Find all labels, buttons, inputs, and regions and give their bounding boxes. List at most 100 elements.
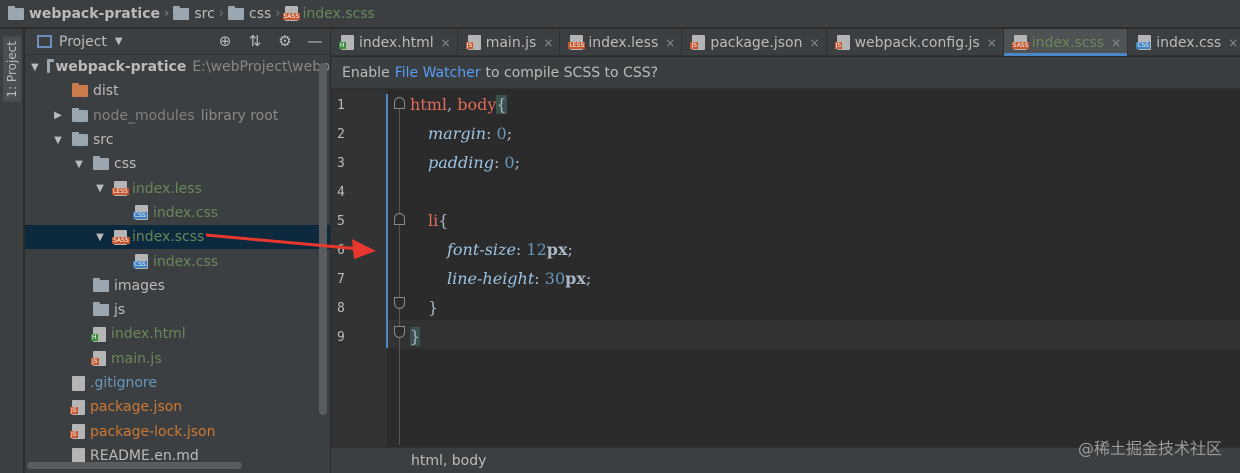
tree-item-label: index.scss [132, 229, 205, 246]
tree-item[interactable]: js [25, 298, 330, 322]
tab-label: main.js [485, 34, 537, 51]
editor-tab[interactable]: LESS index.less × [560, 29, 683, 56]
close-icon[interactable]: × [441, 36, 451, 50]
fold-close-icon[interactable] [394, 297, 405, 309]
chevron-right-icon: › [275, 6, 281, 21]
close-icon[interactable]: × [1111, 36, 1121, 50]
chevron-right-icon: › [164, 6, 170, 21]
editor-tab[interactable]: JS webpack.config.js × [827, 29, 1004, 56]
tab-label: package.json [710, 34, 803, 51]
breadcrumb-item-project[interactable]: webpack-pratice › [8, 5, 173, 22]
line-number: 3 [337, 156, 345, 171]
tree-item[interactable]: JS package.json [25, 395, 330, 419]
line-number: 2 [337, 127, 345, 142]
file-watcher-link[interactable]: File Watcher [395, 65, 481, 81]
tree-item[interactable]: Hindex.html [25, 322, 330, 346]
expand-arrow-icon[interactable]: ▼ [31, 62, 39, 73]
close-icon[interactable]: × [1228, 36, 1238, 50]
project-panel-header: Project ▼ ⊕ ⇅ ⚙ — [25, 29, 330, 55]
expand-arrow-icon[interactable]: ▼ [94, 183, 106, 194]
close-icon[interactable]: × [665, 36, 675, 50]
fold-open-icon[interactable] [394, 97, 405, 109]
close-icon[interactable]: × [810, 36, 820, 50]
editor-tabs: Hindex.html × JS main.js × LESS index.less × JS p… [331, 29, 1240, 56]
tree-item-label: src [93, 132, 114, 149]
breadcrumb-item-src[interactable]: src › [173, 5, 228, 22]
css-file-icon: CSS [133, 254, 148, 270]
line-number: 1 [337, 98, 345, 113]
html-file-icon: H [91, 326, 106, 342]
tab-label: index.scss [1031, 34, 1105, 51]
tree-item[interactable]: .gitignore [25, 371, 330, 395]
line-number-gutter: 1 2 3 4 5 6 7 8 9 [331, 90, 387, 447]
close-icon[interactable]: × [543, 36, 553, 50]
gear-icon[interactable]: ⚙ [276, 32, 294, 50]
collapse-arrow-icon[interactable]: ▶ [52, 110, 64, 121]
tree-item-label: dist [93, 83, 119, 100]
tree-item-label: package.json [90, 399, 183, 416]
line-number: 4 [337, 185, 345, 200]
project-view-selector[interactable]: Project [59, 34, 107, 50]
tree-item-hint: library root [200, 107, 279, 124]
code-line-6: font-size: 12px; [447, 240, 573, 259]
tree-item[interactable]: JS package-lock.json [25, 419, 330, 443]
tree-item[interactable]: JS main.js [25, 347, 330, 371]
tree-item[interactable]: ▼ webpack-pratice E:\webProject\webp [25, 55, 330, 79]
close-icon[interactable]: × [987, 36, 997, 50]
expand-arrow-icon[interactable]: ▼ [52, 135, 64, 146]
tree-item-label: index.less [132, 180, 202, 197]
editor-tab[interactable]: JS main.js × [458, 29, 561, 56]
file-watcher-notification: Enable File Watcher to compile SCSS to C… [331, 57, 1240, 89]
breadcrumb-item-css[interactable]: css › [228, 5, 285, 22]
tree-item[interactable]: ▶ node_modules library root [25, 104, 330, 128]
editor-tab[interactable]: CSS index.css × [1128, 29, 1240, 56]
scope-indicator [386, 94, 388, 348]
folder-icon [93, 302, 109, 317]
editor-tab[interactable]: SASS index.scss × [1003, 29, 1129, 56]
code-line-9: } [410, 327, 421, 346]
less-file-icon: LESS [568, 35, 586, 50]
editor-tab[interactable]: JS package.json × [682, 29, 827, 56]
fold-close-icon[interactable] [394, 326, 405, 338]
scope-breadcrumb[interactable]: html, body [411, 453, 486, 469]
scss-file-icon: SASS [1011, 35, 1030, 50]
tree-item[interactable]: dist [25, 79, 330, 103]
tree-item[interactable]: ▼ LESS index.less [25, 176, 330, 200]
js-file-icon: JS [91, 351, 106, 367]
tree-item[interactable]: ▼ css [25, 152, 330, 176]
collapse-all-icon[interactable]: ⇅ [246, 32, 264, 50]
folder-icon [8, 5, 24, 20]
fold-guide [399, 100, 400, 445]
breadcrumb-item-file[interactable]: SASS index.scss [282, 6, 375, 22]
json-file-icon: JS [690, 35, 706, 50]
js-file-icon: JS [834, 35, 850, 50]
code-line-8: } [428, 298, 439, 317]
tree-item-label: package-lock.json [90, 423, 216, 440]
tab-label: webpack.config.js [854, 34, 980, 51]
folder-icon [173, 5, 190, 20]
chevron-right-icon: › [218, 6, 225, 21]
code-line-2: margin: 0; [428, 124, 513, 143]
expand-arrow-icon[interactable]: ▼ [94, 232, 106, 243]
less-file-icon: LESS [112, 181, 129, 197]
expand-arrow-icon[interactable]: ▼ [73, 159, 85, 170]
line-number: 7 [337, 272, 345, 287]
fold-open-icon[interactable] [394, 213, 405, 225]
tree-item[interactable]: ▼ src [25, 128, 330, 152]
horizontal-scrollbar[interactable] [27, 462, 242, 469]
watermark: @稀土掘金技术社区 [1077, 439, 1222, 458]
scss-file-icon: SASS [112, 229, 130, 245]
code-line-1: html, body{ [410, 95, 507, 114]
hide-panel-icon[interactable]: — [306, 32, 324, 50]
tree-item[interactable]: images [25, 274, 330, 298]
tree-item-label: main.js [111, 350, 162, 367]
tab-label: index.html [359, 34, 434, 51]
css-file-icon: CSS [1136, 35, 1152, 50]
editor-tab[interactable]: Hindex.html × [331, 29, 458, 56]
tree-item-hint: E:\webProject\webp [192, 59, 330, 76]
tree-item[interactable]: CSS index.css [25, 201, 330, 225]
code-editor[interactable]: 1 2 3 4 5 6 7 8 9 html, body{ margin: 0;… [331, 90, 1240, 447]
chevron-down-icon[interactable]: ▼ [115, 36, 123, 47]
locate-file-icon[interactable]: ⊕ [216, 32, 234, 50]
project-tool-button[interactable]: 1: Project [3, 37, 21, 102]
